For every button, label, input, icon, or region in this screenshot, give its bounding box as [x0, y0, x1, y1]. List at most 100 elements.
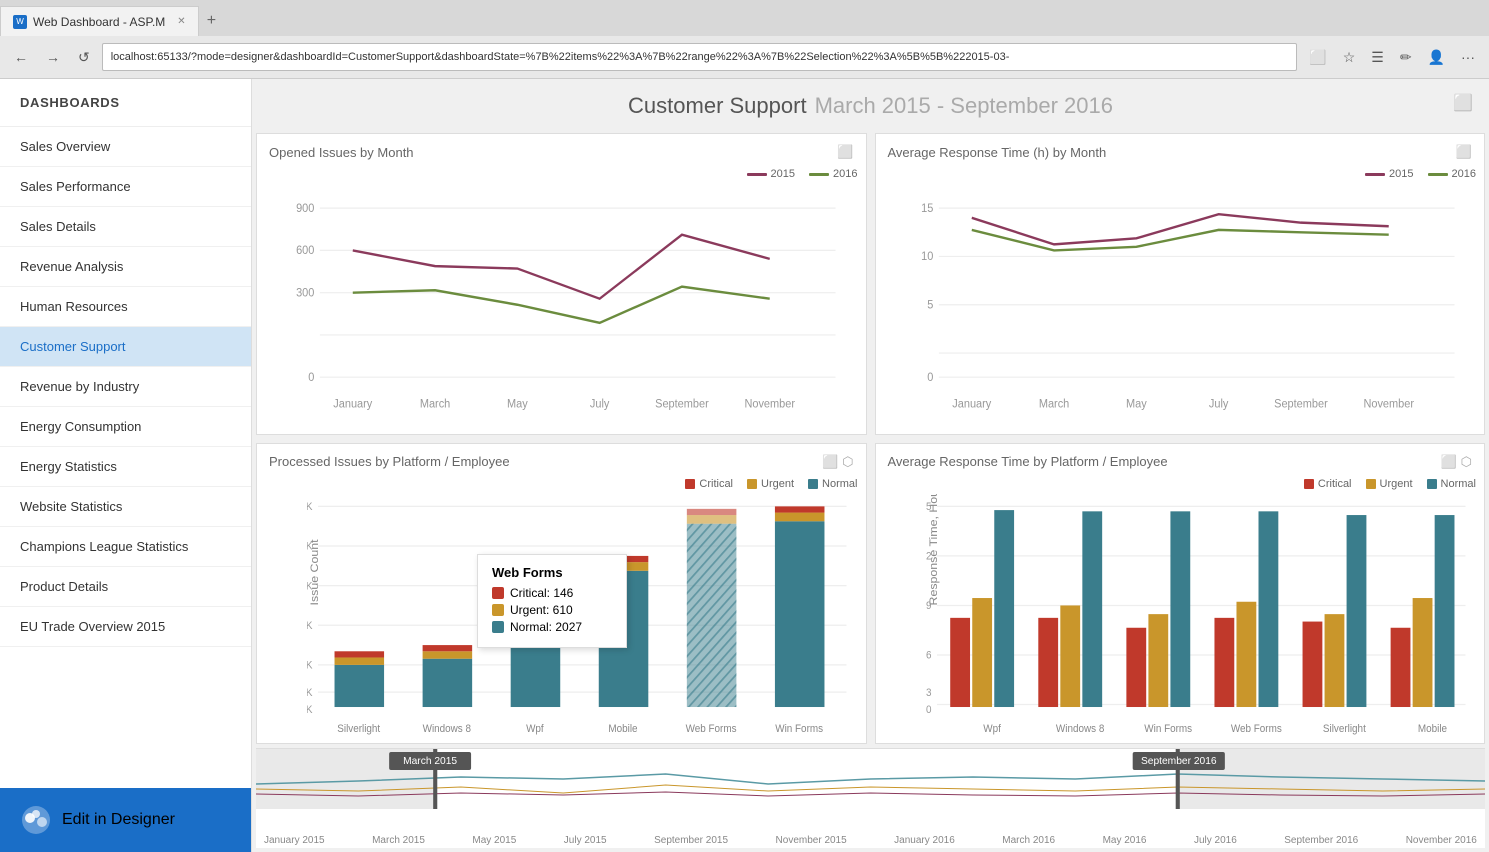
svg-text:Wpf: Wpf — [983, 722, 1001, 735]
panel4-legend-critical-label: Critical — [1318, 478, 1352, 490]
panel3-export-btn[interactable]: ⬜ — [822, 454, 838, 470]
sidebar-item-sales-performance[interactable]: Sales Performance — [0, 167, 251, 207]
dashboard-date-range: March 2015 - September 2016 — [815, 93, 1113, 118]
sidebar-item-website-statistics[interactable]: Website Statistics — [0, 487, 251, 527]
svg-text:0: 0 — [308, 371, 314, 384]
tab-favicon: W — [13, 15, 27, 29]
panel3-legend-urgent: Urgent — [747, 478, 794, 490]
timeline-label-may15: May 2015 — [472, 835, 516, 846]
panel4-legend-normal-color — [1427, 479, 1437, 489]
more-icon[interactable]: ··· — [1455, 45, 1481, 70]
svg-text:Mobile: Mobile — [608, 722, 637, 735]
svg-text:0: 0 — [926, 703, 932, 716]
new-tab-button[interactable]: + — [199, 6, 224, 36]
svg-text:May: May — [507, 398, 528, 411]
timeline-chart: March 2015 September 2016 — [256, 749, 1485, 833]
svg-text:12: 12 — [926, 550, 932, 563]
sidebar-item-champions-league[interactable]: Champions League Statistics — [0, 527, 251, 567]
timeline-bar[interactable]: March 2015 September 2016 January 2015 M… — [256, 748, 1485, 848]
legend-2015: 2015 — [747, 168, 795, 180]
svg-text:March 2015: March 2015 — [403, 756, 457, 767]
panel3-filter-btn[interactable]: ⬡ — [842, 454, 853, 470]
panel2-actions: ⬜ — [1456, 144, 1472, 160]
sidebar-item-revenue-by-industry[interactable]: Revenue by Industry — [0, 367, 251, 407]
user-icon[interactable]: 👤 — [1422, 45, 1451, 70]
sidebar-item-customer-support[interactable]: Customer Support — [0, 327, 251, 367]
svg-text:Win Forms: Win Forms — [775, 722, 823, 735]
svg-text:Windows 8: Windows 8 — [423, 722, 472, 735]
reader-mode-icon[interactable]: ⬜ — [1303, 45, 1332, 70]
active-tab[interactable]: W Web Dashboard - ASP.M ✕ — [0, 6, 199, 36]
tooltip-urgent-color — [492, 604, 504, 616]
legend-normal-color — [808, 479, 818, 489]
tab-title: Web Dashboard - ASP.M — [33, 15, 165, 29]
sidebar-footer[interactable]: Edit in Designer — [0, 788, 251, 852]
panel4-legend-normal: Normal — [1427, 478, 1476, 490]
timeline-label-mar16: March 2016 — [1002, 835, 1055, 846]
sidebar-item-energy-consumption[interactable]: Energy Consumption — [0, 407, 251, 447]
panel2-legend-2015: 2015 — [1365, 168, 1413, 180]
panel2-legend-2016: 2016 — [1428, 168, 1476, 180]
svg-text:900: 900 — [296, 202, 314, 215]
back-button[interactable]: ← — [8, 45, 34, 69]
svg-text:1K: 1K — [307, 659, 313, 672]
svg-text:Wpf: Wpf — [526, 722, 544, 735]
tooltip-urgent-label: Urgent: 610 — [510, 603, 573, 617]
sidebar-item-product-details[interactable]: Product Details — [0, 567, 251, 607]
menu-icon[interactable]: ☰ — [1365, 45, 1390, 70]
panel2-legend: 2015 2016 — [876, 166, 1485, 184]
svg-text:Web Forms: Web Forms — [1230, 722, 1281, 735]
svg-text:15: 15 — [921, 202, 933, 215]
svg-text:0: 0 — [927, 371, 933, 384]
sidebar-item-sales-details[interactable]: Sales Details — [0, 207, 251, 247]
sidebar-item-sales-overview[interactable]: Sales Overview — [0, 127, 251, 167]
svg-text:Windows 8: Windows 8 — [1055, 722, 1104, 735]
charts-grid: Opened Issues by Month ⬜ 2015 2016 — [252, 129, 1489, 748]
sidebar-item-human-resources[interactable]: Human Resources — [0, 287, 251, 327]
legend-2015-color — [747, 173, 767, 176]
legend-2015-label: 2015 — [771, 168, 795, 180]
panel1-export-btn[interactable]: ⬜ — [837, 144, 853, 160]
timeline-svg: March 2015 September 2016 — [256, 749, 1485, 809]
legend-normal-label: Normal — [822, 478, 857, 490]
svg-text:November: November — [744, 398, 795, 411]
edit-in-designer-label: Edit in Designer — [62, 811, 175, 829]
bookmark-icon[interactable]: ☆ — [1337, 45, 1362, 70]
dashboard-export-button[interactable]: ⬜ — [1453, 93, 1473, 113]
panel4-chart: Response Time, Hours 15 12 9 6 3 0 — [926, 494, 1477, 736]
tooltip-critical-color — [492, 587, 504, 599]
refresh-button[interactable]: ↺ — [72, 45, 96, 70]
tab-close-button[interactable]: ✕ — [177, 16, 185, 27]
panel4-legend-critical: Critical — [1304, 478, 1352, 490]
sidebar-item-energy-statistics[interactable]: Energy Statistics — [0, 447, 251, 487]
panel4-legend-normal-label: Normal — [1441, 478, 1476, 490]
svg-text:Silverlight: Silverlight — [337, 722, 380, 735]
svg-text:September: September — [655, 398, 709, 411]
toolbar-icons: ⬜ ☆ ☰ ✏ 👤 ··· — [1303, 45, 1481, 70]
panel2-export-btn[interactable]: ⬜ — [1456, 144, 1472, 160]
panel-response-time: Average Response Time (h) by Month ⬜ 201… — [875, 133, 1486, 435]
svg-text:September 2016: September 2016 — [1141, 756, 1217, 767]
url-input[interactable] — [102, 43, 1298, 71]
legend-2016: 2016 — [809, 168, 857, 180]
tooltip-row-critical: Critical: 146 — [492, 586, 612, 600]
panel2-legend-2016-label: 2016 — [1452, 168, 1476, 180]
timeline-label-sep15: September 2015 — [654, 835, 728, 846]
svg-text:0.5K: 0.5K — [307, 686, 313, 699]
sidebar-item-revenue-analysis[interactable]: Revenue Analysis — [0, 247, 251, 287]
panel2-legend-2016-color — [1428, 173, 1448, 176]
panel4-export-btn[interactable]: ⬜ — [1440, 454, 1456, 470]
timeline-label-mar15: March 2015 — [372, 835, 425, 846]
svg-text:6: 6 — [926, 649, 932, 662]
timeline-label-sep16: September 2016 — [1284, 835, 1358, 846]
forward-button[interactable]: → — [40, 45, 66, 69]
panel3-title: Processed Issues by Platform / Employee — [269, 454, 510, 469]
panel-avg-response-platform: Average Response Time by Platform / Empl… — [875, 443, 1486, 745]
panel4-header: Average Response Time by Platform / Empl… — [876, 444, 1485, 476]
panel2-chart: 15 10 5 0 January March May July Septemb… — [884, 184, 1477, 426]
svg-text:March: March — [420, 398, 450, 411]
edit-icon[interactable]: ✏ — [1394, 45, 1418, 70]
timeline-x-labels: January 2015 March 2015 May 2015 July 20… — [256, 833, 1485, 848]
panel4-filter-btn[interactable]: ⬡ — [1461, 454, 1472, 470]
sidebar-item-eu-trade[interactable]: EU Trade Overview 2015 — [0, 607, 251, 647]
